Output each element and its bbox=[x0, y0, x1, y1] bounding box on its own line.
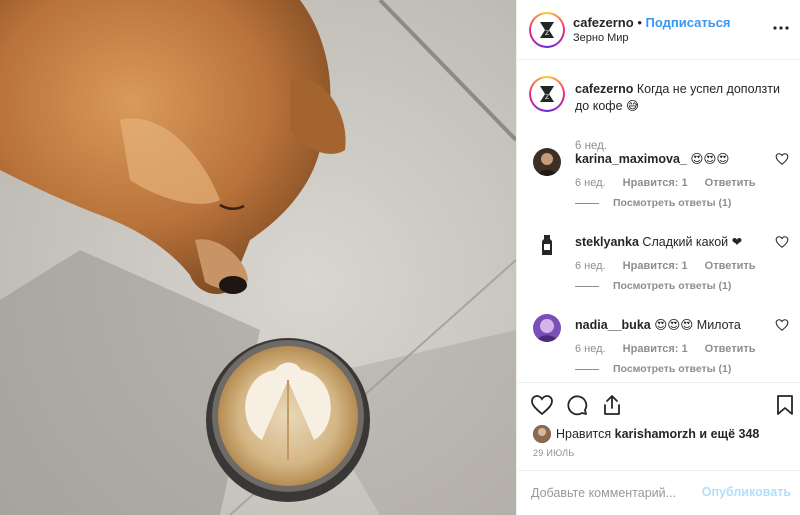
likes-prefix: Нравится bbox=[556, 427, 612, 441]
comment-item: steklyanka Сладкий какой ❤ 6 нед. Нравит… bbox=[517, 229, 800, 299]
reply-button[interactable]: Ответить bbox=[705, 260, 756, 272]
comment-icon[interactable] bbox=[565, 393, 589, 417]
comment-item: nadia__buka 😍😍😍 Милота 6 нед. Нравится: … bbox=[517, 312, 800, 382]
commenter-avatar[interactable] bbox=[533, 231, 561, 259]
reply-button[interactable]: Ответить bbox=[705, 343, 756, 355]
comment-heart-icon[interactable] bbox=[775, 235, 789, 249]
comments-list[interactable]: Z cafezerno Когда не успел доползти до к… bbox=[517, 60, 800, 382]
cafe-logo-icon: Z bbox=[540, 86, 554, 102]
comment-likes[interactable]: Нравится: 1 bbox=[623, 177, 688, 189]
publish-button[interactable]: Опубликовать bbox=[702, 485, 791, 499]
replies-divider bbox=[575, 202, 599, 204]
comment-meta: 6 нед. Нравится: 1 Ответить bbox=[575, 260, 770, 272]
view-replies-button[interactable]: Посмотреть ответы (1) bbox=[575, 280, 731, 292]
caption-text-block: cafezerno Когда не успел доползти до коф… bbox=[575, 81, 787, 115]
comment-username[interactable]: nadia__buka bbox=[575, 318, 651, 332]
view-replies-label: Посмотреть ответы (1) bbox=[613, 280, 732, 292]
follow-button[interactable]: Подписаться bbox=[646, 15, 731, 30]
photo-illustration bbox=[0, 0, 516, 515]
separator-dot: • bbox=[637, 15, 642, 30]
heart-icon[interactable] bbox=[530, 393, 554, 417]
view-replies-label: Посмотреть ответы (1) bbox=[613, 363, 732, 375]
comment-text: Сладкий какой ❤ bbox=[642, 235, 743, 249]
post-date[interactable]: 29 ИЮЛЬ bbox=[533, 448, 575, 458]
view-replies-button[interactable]: Посмотреть ответы (1) bbox=[575, 363, 731, 375]
more-icon[interactable] bbox=[771, 20, 791, 36]
post-panel: Z cafezerno • Подписаться Зерно Мир Z ca… bbox=[516, 0, 800, 515]
likes-user[interactable]: karishamorzh bbox=[615, 427, 696, 441]
comment-text-block: karina_maximova_ 😍😍😍 bbox=[575, 151, 729, 166]
comment-time[interactable]: 6 нед. bbox=[575, 177, 606, 189]
commenter-avatar[interactable] bbox=[533, 148, 561, 176]
post-header: Z cafezerno • Подписаться Зерно Мир bbox=[517, 0, 800, 60]
add-comment-bar: Опубликовать bbox=[517, 470, 800, 515]
comment-text-block: steklyanka Сладкий какой ❤ bbox=[575, 234, 742, 249]
replies-divider bbox=[575, 368, 599, 370]
author-username[interactable]: cafezerno bbox=[573, 15, 634, 30]
comment-text-block: nadia__buka 😍😍😍 Милота bbox=[575, 317, 741, 332]
view-replies-button[interactable]: Посмотреть ответы (1) bbox=[575, 197, 731, 209]
post-photo[interactable] bbox=[0, 0, 516, 515]
liker-avatar bbox=[533, 425, 551, 443]
comment-heart-icon[interactable] bbox=[775, 318, 789, 332]
comment-likes[interactable]: Нравится: 1 bbox=[623, 343, 688, 355]
post-location[interactable]: Зерно Мир bbox=[573, 32, 629, 44]
comment-text: 😍😍😍 bbox=[690, 152, 730, 166]
view-replies-label: Посмотреть ответы (1) bbox=[613, 197, 732, 209]
comment-item: karina_maximova_ 😍😍😍 6 нед. Нравится: 1 … bbox=[517, 146, 800, 216]
cafe-logo-icon: Z bbox=[540, 22, 554, 38]
bookmark-icon[interactable] bbox=[773, 393, 797, 417]
caption-username[interactable]: cafezerno bbox=[575, 82, 633, 96]
action-bar: Нравится karishamorzh и ещё 348 bbox=[517, 382, 800, 446]
replies-divider bbox=[575, 285, 599, 287]
commenter-avatar[interactable] bbox=[533, 314, 561, 342]
likes-summary[interactable]: Нравится karishamorzh и ещё 348 bbox=[533, 425, 759, 443]
comment-meta: 6 нед. Нравится: 1 Ответить bbox=[575, 177, 770, 189]
comment-time[interactable]: 6 нед. bbox=[575, 343, 606, 355]
comment-heart-icon[interactable] bbox=[775, 152, 789, 166]
author-avatar[interactable]: Z bbox=[529, 12, 565, 48]
comment-text: 😍😍😍 Милота bbox=[654, 318, 741, 332]
comment-likes[interactable]: Нравится: 1 bbox=[623, 260, 688, 272]
svg-text:Z: Z bbox=[545, 30, 549, 37]
comment-time[interactable]: 6 нед. bbox=[575, 260, 606, 272]
likes-suffix[interactable]: и ещё 348 bbox=[699, 427, 759, 441]
comment-username[interactable]: steklyanka bbox=[575, 235, 639, 249]
share-icon[interactable] bbox=[600, 393, 624, 417]
author-line: cafezerno • Подписаться bbox=[573, 15, 731, 30]
caption-avatar[interactable]: Z bbox=[529, 76, 565, 112]
comment-input[interactable] bbox=[531, 483, 711, 503]
comment-username[interactable]: karina_maximova_ bbox=[575, 152, 687, 166]
reply-button[interactable]: Ответить bbox=[705, 177, 756, 189]
comment-meta: 6 нед. Нравится: 1 Ответить bbox=[575, 343, 770, 355]
svg-text:Z: Z bbox=[545, 94, 549, 101]
